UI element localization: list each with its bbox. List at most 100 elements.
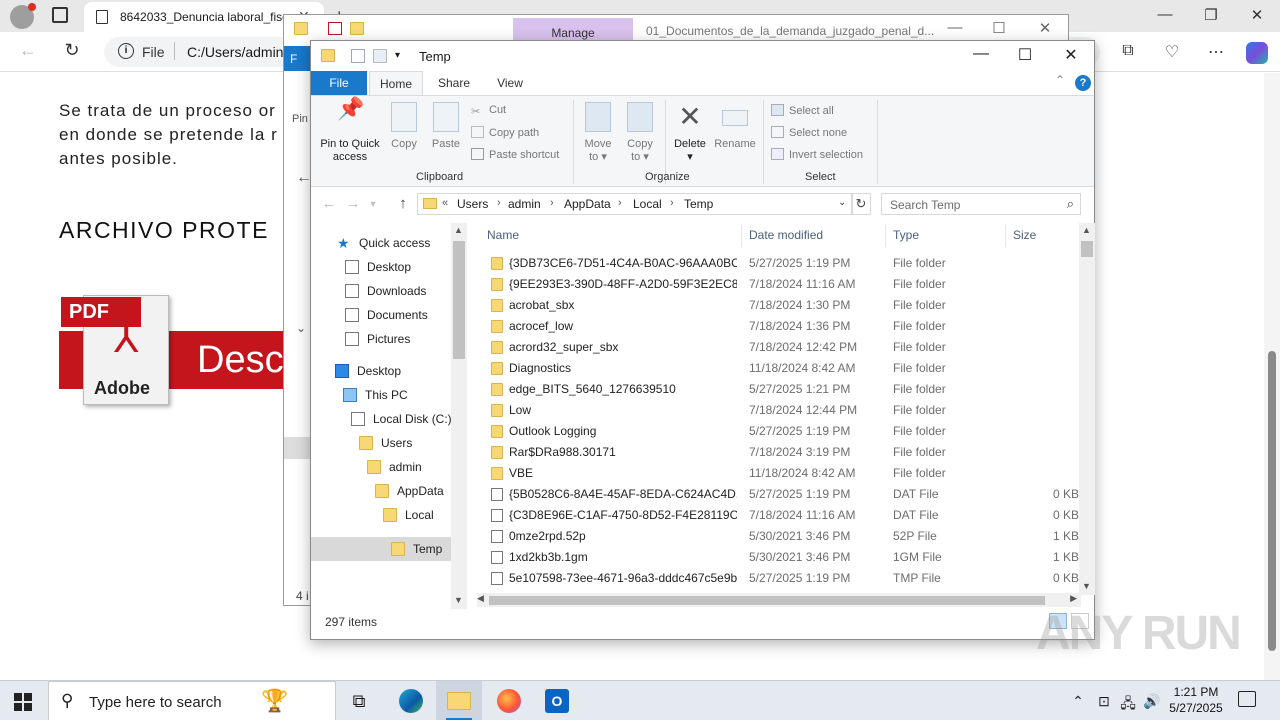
table-row[interactable]: acrobat_sbx 7/18/2024 1:30 PM File folder	[477, 295, 1081, 316]
windows-start-icon[interactable]	[14, 693, 32, 711]
tab-share[interactable]: Share	[429, 71, 479, 95]
page-scroll-thumb[interactable]	[1268, 351, 1276, 651]
network-drive-icon[interactable]: ⊡	[1094, 693, 1114, 710]
chevron-down-icon[interactable]: ⌄	[296, 321, 306, 335]
show-hidden-icons-icon[interactable]: ⌃	[1068, 693, 1088, 710]
scroll-up-icon[interactable]: ▲	[1082, 225, 1091, 235]
delete-button[interactable]: ✕ Delete ▾	[669, 102, 711, 164]
scroll-down-icon[interactable]: ▼	[454, 595, 463, 605]
customize-toolbar-icon[interactable]: ▾	[395, 50, 400, 61]
up-arrow-icon[interactable]: ↑	[393, 195, 413, 212]
copilot-icon[interactable]	[1246, 42, 1268, 64]
breadcrumb-admin[interactable]: admin	[508, 197, 541, 211]
column-header-size[interactable]: Size	[1013, 223, 1036, 247]
taskbar-clock[interactable]: 1:21 PM 5/27/2025	[1166, 684, 1226, 716]
minimize-button[interactable]: —	[961, 45, 1001, 63]
column-divider[interactable]	[1005, 225, 1006, 247]
manage-tab[interactable]: Manage	[513, 18, 633, 42]
move-to-button[interactable]: Move to ▾	[579, 102, 617, 164]
copy-button[interactable]: Copy	[387, 102, 421, 151]
tab-file[interactable]: File	[311, 71, 367, 95]
search-input[interactable]: Search Temp ⌕	[881, 193, 1081, 215]
scroll-up-icon[interactable]: ▲	[454, 225, 463, 235]
back-minimize-button[interactable]: —	[940, 19, 970, 36]
scroll-left-icon[interactable]: ◀	[477, 593, 484, 604]
more-options-icon[interactable]: ⋯	[1204, 42, 1228, 62]
new-folder-icon[interactable]	[373, 49, 387, 63]
table-row[interactable]: {C3D8E96E-C1AF-4750-8D52-F4E28119C1... 7/…	[477, 505, 1081, 526]
download-text[interactable]: Desc	[197, 339, 284, 382]
cut-button[interactable]: ✂ Cut	[471, 104, 506, 118]
column-divider[interactable]	[741, 225, 742, 247]
table-row[interactable]: 0mze2rpd.52p 5/30/2021 3:46 PM 52P File 1 K…	[477, 526, 1081, 547]
tab-home[interactable]: Home	[369, 71, 423, 95]
close-button[interactable]: ✕	[1051, 45, 1091, 65]
horizontal-scrollbar[interactable]: ◀ ▶	[477, 593, 1081, 607]
back-arrow-icon[interactable]: ←	[16, 40, 40, 61]
pin-to-quick-access-button[interactable]: 📌 Pin to Quick access	[317, 98, 383, 164]
tab-view[interactable]: View	[485, 71, 535, 95]
info-icon[interactable]: i	[118, 43, 134, 59]
table-row[interactable]: acrord32_super_sbx 7/18/2024 12:42 PM File…	[477, 337, 1081, 358]
copy-to-button[interactable]: Copy to ▾	[621, 102, 659, 164]
task-view-button[interactable]: ⧉	[336, 681, 382, 720]
table-row[interactable]: edge_BITS_5640_1276639510 5/27/2025 1:21 …	[477, 379, 1081, 400]
search-highlight-icon[interactable]: 🏆	[261, 688, 288, 714]
pdf-download-banner[interactable]: ⅄ Adobe PDF Desc	[59, 295, 299, 405]
select-all-button[interactable]: Select all	[771, 104, 834, 117]
forward-arrow-icon[interactable]: →	[343, 195, 363, 212]
back-arrow-icon[interactable]: ←	[319, 195, 339, 212]
table-row[interactable]: Diagnostics 11/18/2024 8:42 AM File folder	[477, 358, 1081, 379]
column-header-type[interactable]: Type	[893, 223, 919, 247]
properties-icon[interactable]	[328, 22, 342, 35]
browser-close-button[interactable]: ✕	[1242, 6, 1272, 24]
table-row[interactable]: acrocef_low 7/18/2024 1:36 PM File folder	[477, 316, 1081, 337]
outlook-taskbar-button[interactable]: O	[534, 681, 580, 720]
properties-icon[interactable]	[351, 49, 365, 63]
page-scrollbar[interactable]	[1264, 73, 1280, 680]
breadcrumb-overflow[interactable]: «	[442, 197, 448, 209]
table-row[interactable]: {9EE293E3-390D-48FF-A2D0-59F3E2EC88... 7/…	[477, 274, 1081, 295]
maximize-button[interactable]: ☐	[1005, 45, 1045, 65]
paste-button[interactable]: Paste	[429, 102, 463, 151]
taskbar-search-box[interactable]: ⚲ Type here to search 🏆	[48, 681, 336, 720]
address-url[interactable]: C:/Users/admin/	[187, 44, 287, 60]
tab-actions-icon[interactable]	[52, 7, 68, 23]
rename-button[interactable]: Rename	[713, 102, 757, 151]
volume-icon[interactable]: 🔊	[1142, 693, 1162, 710]
paste-shortcut-button[interactable]: Paste shortcut	[471, 148, 559, 161]
table-row[interactable]: Outlook Logging 5/27/2025 1:19 PM File fol…	[477, 421, 1081, 442]
column-divider[interactable]	[885, 225, 886, 247]
back-maximize-button[interactable]: ☐	[984, 19, 1014, 37]
nav-pane-scrollbar[interactable]: ▲ ▼	[451, 223, 467, 609]
table-row[interactable]: {3DB73CE6-7D51-4C4A-B0AC-96AAA0BC... 5/27…	[477, 253, 1081, 274]
file-list-scrollbar[interactable]: ▲ ▼	[1079, 223, 1095, 595]
invert-selection-button[interactable]: Invert selection	[771, 148, 863, 161]
collapse-ribbon-icon[interactable]: ⌃	[1055, 73, 1065, 87]
column-header-date[interactable]: Date modified	[749, 223, 823, 247]
table-row[interactable]: {5B0528C6-8A4E-45AF-8EDA-C624AC4D... 5/27…	[477, 484, 1081, 505]
select-none-button[interactable]: Select none	[771, 126, 847, 139]
network-icon[interactable]: 🖧	[1118, 693, 1138, 717]
breadcrumb-appdata[interactable]: AppData	[564, 197, 611, 211]
edge-taskbar-button[interactable]	[388, 681, 434, 720]
file-explorer-taskbar-button[interactable]	[436, 681, 482, 720]
explorer-window[interactable]: ▾ Temp — ☐ ✕ File Home Share View ⌃ ? 📌 …	[310, 40, 1095, 640]
file-scroll-thumb[interactable]	[1081, 241, 1093, 257]
table-row[interactable]: 1xd2kb3b.1gm 5/30/2021 3:46 PM 1GM File 1 K…	[477, 547, 1081, 568]
breadcrumb-temp[interactable]: Temp	[684, 197, 713, 211]
nav-scroll-thumb[interactable]	[453, 241, 465, 359]
refresh-icon[interactable]: ↻	[851, 193, 871, 215]
scroll-down-icon[interactable]: ▼	[1082, 581, 1091, 591]
back-file-menu[interactable]: F	[284, 46, 312, 71]
column-header-name[interactable]: Name	[487, 223, 519, 247]
extensions-icon[interactable]: ♡	[1160, 42, 1184, 62]
address-bar[interactable]: « Users › admin › AppData › Local › Temp…	[417, 193, 853, 215]
scroll-right-icon[interactable]: ▶	[1070, 593, 1077, 604]
table-row[interactable]: VBE 11/18/2024 8:42 AM File folder	[477, 463, 1081, 484]
browser-maximize-button[interactable]: ❐	[1196, 6, 1226, 24]
breadcrumb-users[interactable]: Users	[457, 197, 488, 211]
recent-locations-icon[interactable]: ▾	[363, 199, 383, 210]
tabs-icon[interactable]: ⧉	[1116, 42, 1140, 60]
firefox-taskbar-button[interactable]	[486, 681, 532, 720]
